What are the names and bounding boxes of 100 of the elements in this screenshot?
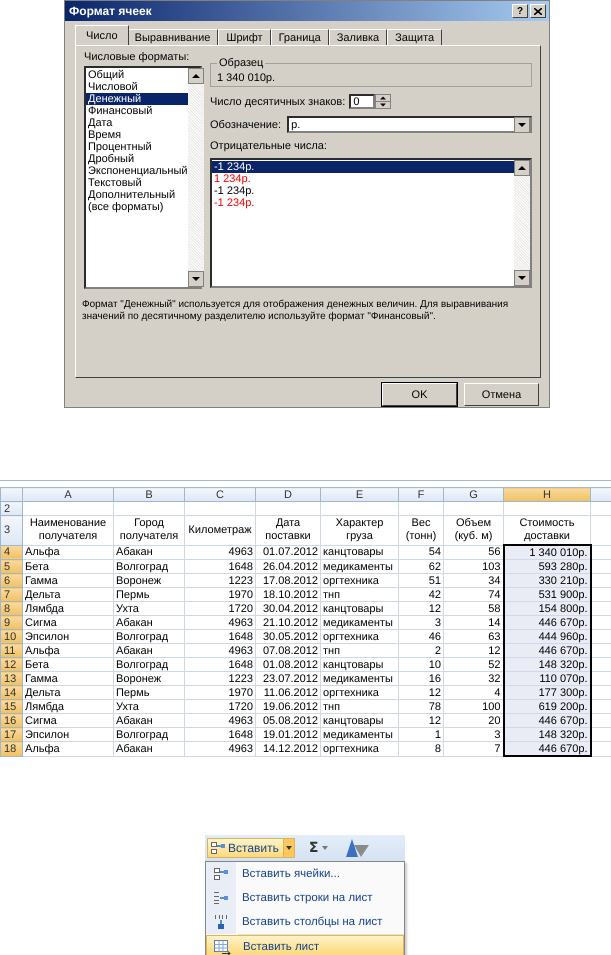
- column-header[interactable]: D: [256, 488, 320, 502]
- table-cell: 1970: [184, 588, 256, 602]
- row-header[interactable]: 6: [0, 574, 22, 588]
- table-cell: 05.08.2012: [256, 714, 320, 728]
- tab[interactable]: Число: [75, 25, 129, 45]
- table-cell: 19.06.2012: [256, 700, 320, 714]
- tab[interactable]: Граница: [270, 29, 329, 45]
- list-item[interactable]: Время: [86, 129, 188, 141]
- row-header[interactable]: 9: [0, 616, 22, 630]
- table-cell: 154 800р.: [504, 602, 590, 616]
- table-cell: 148 320р.: [504, 728, 590, 742]
- table-cell: 1223: [184, 574, 256, 588]
- tab[interactable]: Защита: [387, 29, 442, 45]
- close-button[interactable]: [530, 4, 546, 18]
- table-cell: тнп: [320, 700, 398, 714]
- table-cell: Волгоград: [114, 728, 184, 742]
- list-item[interactable]: Дата: [86, 117, 188, 129]
- column-title: Город получателя: [114, 516, 184, 545]
- table-cell: 26.04.2012: [256, 560, 320, 574]
- insert-button[interactable]: Вставить: [207, 838, 295, 858]
- list-item[interactable]: Общий: [86, 69, 188, 81]
- scroll-up-icon[interactable]: [514, 160, 530, 176]
- table-cell: 1: [398, 728, 444, 742]
- list-item[interactable]: Текстовый: [86, 177, 188, 189]
- menu-item[interactable]: Вставить лист: [206, 935, 404, 955]
- row-header[interactable]: 5: [0, 560, 22, 574]
- table-cell: 07.08.2012: [256, 644, 320, 658]
- table-cell: 10: [398, 658, 444, 672]
- scroll-up-icon[interactable]: [188, 68, 204, 84]
- format-description: Формат "Денежный" используется для отображения денежных величин. Для выравнивания значений по десятичному разделителю используйте формат "Финансовый".: [82, 299, 510, 324]
- decimals-field[interactable]: 0: [349, 94, 376, 109]
- row-header[interactable]: 10: [0, 630, 22, 644]
- list-item[interactable]: -1 234р.: [212, 197, 514, 209]
- table-cell: 446 670р.: [504, 742, 590, 756]
- row-header[interactable]: 11: [0, 644, 22, 658]
- table-cell: оргтехника: [320, 686, 398, 700]
- row-header[interactable]: 16: [0, 714, 22, 728]
- list-item[interactable]: Дробный: [86, 153, 188, 165]
- list-item[interactable]: Дополнительный: [86, 189, 188, 201]
- close-icon: [534, 8, 542, 14]
- list-item[interactable]: Финансовый: [86, 105, 188, 117]
- row-header[interactable]: 13: [0, 672, 22, 686]
- field-label: Обозначение:: [210, 118, 282, 130]
- row-header[interactable]: 2: [0, 502, 22, 516]
- row-header[interactable]: 14: [0, 686, 22, 700]
- table-cell: 12: [398, 602, 444, 616]
- list-item[interactable]: (все форматы): [86, 201, 188, 213]
- column-header[interactable]: B: [114, 488, 184, 502]
- row-header[interactable]: 17: [0, 728, 22, 742]
- row-header[interactable]: 3: [0, 516, 22, 545]
- row-header[interactable]: 15: [0, 700, 22, 714]
- help-button[interactable]: ?: [512, 4, 528, 18]
- table-cell: 54: [398, 545, 444, 560]
- list-item[interactable]: Процентный: [86, 141, 188, 153]
- list-item[interactable]: 1 234р.: [212, 173, 514, 185]
- row-header[interactable]: 12: [0, 658, 22, 672]
- table-cell: 4963: [184, 714, 256, 728]
- tab[interactable]: Шрифт: [218, 29, 271, 45]
- column-title: Вес (тонн): [398, 516, 444, 545]
- column-title: Объем (куб. м): [444, 516, 504, 545]
- row-header[interactable]: 7: [0, 588, 22, 602]
- autosum-button[interactable]: Σ: [304, 840, 332, 856]
- table-cell: медикаменты: [320, 672, 398, 686]
- scroll-down-icon[interactable]: [188, 271, 204, 287]
- table-cell: Волгоград: [114, 658, 184, 672]
- column-header[interactable]: C: [184, 488, 256, 502]
- column-header[interactable]: H: [504, 488, 590, 502]
- column-header[interactable]: F: [398, 488, 444, 502]
- table-cell: канцтовары: [320, 545, 398, 560]
- table-cell: 4963: [184, 644, 256, 658]
- list-item[interactable]: Числовой: [86, 81, 188, 93]
- list-item[interactable]: -1 234р.: [212, 185, 514, 197]
- menu-item[interactable]: Вставить строки на лист: [206, 886, 404, 910]
- menu-item[interactable]: Вставить столбцы на лист: [206, 910, 404, 934]
- table-cell: 1223: [184, 672, 256, 686]
- tab[interactable]: Выравнивание: [126, 29, 218, 45]
- spinner-icon[interactable]: [375, 94, 392, 109]
- menu-item[interactable]: Вставить ячейки...: [206, 862, 404, 886]
- scroll-down-icon[interactable]: [514, 270, 530, 286]
- column-header[interactable]: E: [320, 488, 398, 502]
- field-label: Числовые форматы:: [84, 51, 190, 63]
- row-header[interactable]: 4: [0, 545, 22, 560]
- list-item[interactable]: Экспоненциальный: [86, 165, 188, 177]
- dialog-button[interactable]: OK: [382, 383, 457, 406]
- table-cell: 19.01.2012: [256, 728, 320, 742]
- table-cell: Бета: [22, 658, 114, 672]
- symbol-dropdown[interactable]: р.: [287, 116, 532, 133]
- list-item[interactable]: Денежный: [86, 93, 188, 105]
- table-cell: тнп: [320, 644, 398, 658]
- column-header[interactable]: A: [22, 488, 114, 502]
- row-header[interactable]: 8: [0, 602, 22, 616]
- caret-icon: [322, 846, 328, 850]
- table-cell: Гамма: [22, 574, 114, 588]
- table-cell: 11.06.2012: [256, 686, 320, 700]
- dialog-button[interactable]: Отмена: [464, 383, 539, 406]
- list-item[interactable]: -1 234р.: [212, 161, 514, 173]
- table-cell: 30.05.2012: [256, 630, 320, 644]
- column-header[interactable]: G: [444, 488, 504, 502]
- row-header[interactable]: 18: [0, 742, 22, 756]
- tab[interactable]: Заливка: [328, 29, 388, 45]
